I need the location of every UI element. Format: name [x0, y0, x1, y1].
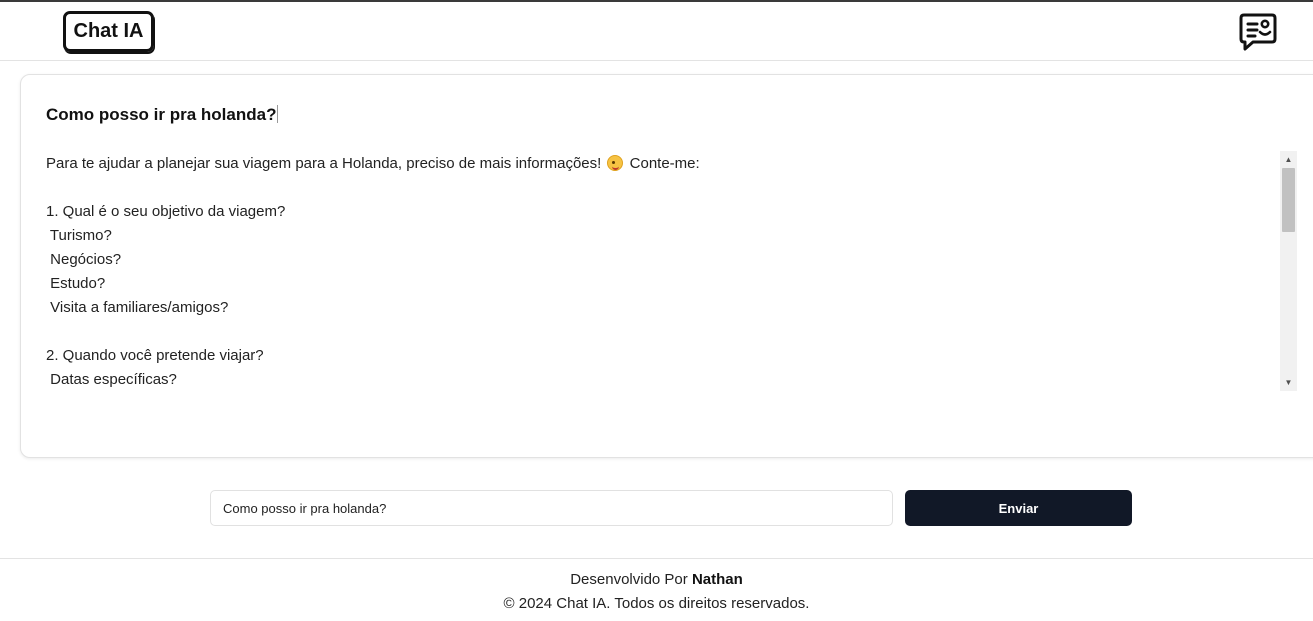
answer-line: Para te ajudar a planejar sua viagem par…	[46, 152, 1298, 176]
author-name: Nathan	[691, 571, 743, 588]
answer-line: 1. Qual é o seu objetivo da viagem?	[46, 203, 286, 220]
wink-emoji-icon	[607, 155, 624, 171]
assistant-answer[interactable]: Para te ajudar a planejar sua viagem par…	[46, 152, 1298, 392]
app-footer: Desenvolvido Por Nathan © 2024 Chat IA. …	[0, 558, 1313, 621]
answer-line: ​	[46, 176, 1298, 200]
answer-line: 2. Quando você pretende viajar?	[46, 347, 264, 364]
answer-line: Visita a familiares/amigos?	[46, 299, 229, 316]
text-caret	[277, 105, 279, 123]
answer-line-text: Conte-me:	[629, 155, 700, 172]
developer-credit: Desenvolvido Por Nathan	[0, 571, 1313, 588]
chat-bubble-icon	[1239, 13, 1277, 51]
user-question: Como posso ir pra holanda?	[46, 105, 279, 125]
new-chat-button[interactable]	[1236, 10, 1280, 54]
answer-line: Turismo?	[46, 227, 112, 244]
chat-response-card: Como posso ir pra holanda? Para te ajuda…	[20, 74, 1313, 458]
answer-scrollbar[interactable]: ▲ ▼	[1280, 151, 1297, 391]
answer-line-text: Para te ajudar a planejar sua viagem par…	[46, 155, 602, 172]
answer-line: Datas específicas?	[46, 371, 177, 388]
app-logo[interactable]: Chat IA	[63, 11, 154, 52]
scroll-down-arrow-icon[interactable]: ▼	[1280, 374, 1297, 391]
answer-line: Estudo?	[46, 275, 106, 292]
prompt-input[interactable]	[210, 490, 893, 526]
scrollbar-thumb[interactable]	[1282, 168, 1295, 232]
copyright-notice: © 2024 Chat IA. Todos os direitos reserv…	[503, 595, 810, 612]
answer-line: ​	[46, 320, 1298, 344]
answer-line: Negócios?	[46, 251, 122, 268]
question-text: Como posso ir pra holanda?	[46, 105, 277, 124]
developed-by-label: Desenvolvido Por	[570, 571, 688, 588]
app-header: Chat IA	[0, 2, 1313, 61]
scroll-up-arrow-icon[interactable]: ▲	[1280, 151, 1297, 168]
send-button[interactable]: Enviar	[905, 490, 1132, 526]
